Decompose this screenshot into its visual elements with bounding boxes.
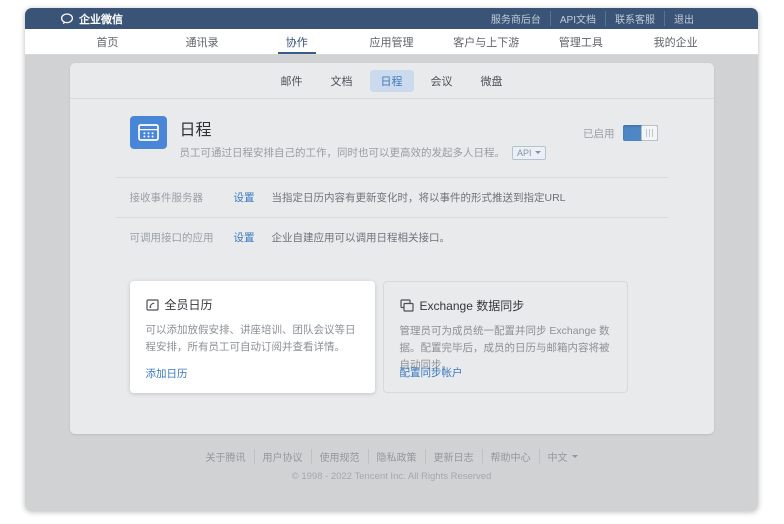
chevron-down-icon xyxy=(572,455,578,458)
setting-row-event-server: 接收事件服务器 设置 当指定日历内容有更新变化时，将以事件的形式推送到指定URL xyxy=(70,178,714,216)
api-apps-settings-link[interactable]: 设置 xyxy=(234,230,255,245)
tab-meeting[interactable]: 会议 xyxy=(420,70,464,92)
nav-admin-tools[interactable]: 管理工具 xyxy=(534,29,629,54)
tab-drive[interactable]: 微盘 xyxy=(470,70,514,92)
card-title: Exchange 数据同步 xyxy=(420,297,525,314)
page-title: 日程 xyxy=(180,116,546,140)
footer-link-usage-policy[interactable]: 使用规范 xyxy=(311,449,368,464)
card-description: 可以添加放假安排、讲座培训、团队会议等日程安排，所有员工可自动订阅并查看详情。 xyxy=(146,322,359,356)
calendar-app-icon xyxy=(130,116,167,149)
app-subtitle-row: 员工可通过日程安排自己的工作，同时也可以更高效的发起多人日程。 API xyxy=(180,145,546,160)
footer-link-about[interactable]: 关于腾讯 xyxy=(198,449,254,464)
enable-status: 已启用 xyxy=(583,125,658,141)
api-badge-label: API xyxy=(517,148,532,158)
nav-contacts[interactable]: 通讯录 xyxy=(155,29,250,54)
desktop-background: 企业微信 服务商后台 API文档 联系客服 退出 首页 通讯录 协作 应用管理 … xyxy=(0,0,784,524)
nav-home[interactable]: 首页 xyxy=(60,29,155,54)
configure-sync-account-link[interactable]: 配置同步帐户 xyxy=(400,365,463,380)
setting-row-api-apps: 可调用接口的应用 设置 企业自建应用可以调用日程相关接口。 xyxy=(70,218,714,256)
app-header: 日程 员工可通过日程安排自己的工作，同时也可以更高效的发起多人日程。 API 已… xyxy=(70,99,714,160)
setting-label: 接收事件服务器 xyxy=(130,190,234,205)
app-meta: 日程 员工可通过日程安排自己的工作，同时也可以更高效的发起多人日程。 API xyxy=(180,116,546,160)
feature-tabs: 邮件 文档 日程 会议 微盘 xyxy=(70,63,714,99)
exchange-sync-card: Exchange 数据同步 管理员可为成员统一配置并同步 Exchange 数据… xyxy=(383,281,628,393)
tab-docs[interactable]: 文档 xyxy=(320,70,364,92)
footer-link-privacy[interactable]: 隐私政策 xyxy=(368,449,425,464)
nav-collaboration[interactable]: 协作 xyxy=(249,29,344,54)
topbar-link-provider-console[interactable]: 服务商后台 xyxy=(482,11,550,26)
copyright: © 1998 - 2022 Tencent Inc. All Rights Re… xyxy=(25,471,758,482)
footer-links: 关于腾讯 用户协议 使用规范 隐私政策 更新日志 帮助中心 中文 xyxy=(198,449,586,464)
brand-home-link[interactable]: 企业微信 xyxy=(60,11,123,27)
add-calendar-link[interactable]: 添加日历 xyxy=(146,366,188,381)
page-body: 邮件 文档 日程 会议 微盘 xyxy=(25,63,758,511)
all-staff-calendar-icon xyxy=(146,298,159,311)
feature-cards: 全员日历 可以添加放假安排、讲座培训、团队会议等日程安排，所有员工可自动订阅并查… xyxy=(70,256,714,393)
status-label: 已启用 xyxy=(583,126,615,141)
card-title-row: 全员日历 xyxy=(146,296,359,313)
nav-app-management[interactable]: 应用管理 xyxy=(344,29,439,54)
topbar-links: 服务商后台 API文档 联系客服 退出 xyxy=(482,11,703,26)
exchange-sync-icon xyxy=(400,299,414,312)
api-dropdown-button[interactable]: API xyxy=(512,146,546,160)
tab-mail[interactable]: 邮件 xyxy=(270,70,314,92)
topbar-link-contact-support[interactable]: 联系客服 xyxy=(605,11,664,26)
nav-my-company[interactable]: 我的企业 xyxy=(628,29,723,54)
chevron-down-icon xyxy=(535,151,541,154)
main-nav: 首页 通讯录 协作 应用管理 客户与上下游 管理工具 我的企业 xyxy=(25,29,758,55)
calendar-settings-panel: 邮件 文档 日程 会议 微盘 xyxy=(70,63,714,434)
wechat-work-logo-icon xyxy=(60,13,74,25)
footer: 关于腾讯 用户协议 使用规范 隐私政策 更新日志 帮助中心 中文 © 1998 … xyxy=(25,448,758,482)
app-description: 员工可通过日程安排自己的工作，同时也可以更高效的发起多人日程。 xyxy=(180,145,506,160)
event-server-settings-link[interactable]: 设置 xyxy=(234,190,255,205)
topbar: 企业微信 服务商后台 API文档 联系客服 退出 xyxy=(25,8,758,29)
admin-console-window: 企业微信 服务商后台 API文档 联系客服 退出 首页 通讯录 协作 应用管理 … xyxy=(25,8,758,511)
toggle-knob xyxy=(641,125,658,141)
language-label: 中文 xyxy=(548,449,568,464)
language-selector[interactable]: 中文 xyxy=(539,449,586,464)
footer-link-changelog[interactable]: 更新日志 xyxy=(425,449,482,464)
card-title-row: Exchange 数据同步 xyxy=(400,297,611,314)
enable-toggle[interactable] xyxy=(623,125,658,141)
tab-calendar[interactable]: 日程 xyxy=(370,70,414,92)
setting-description: 当指定日历内容有更新变化时，将以事件的形式推送到指定URL xyxy=(272,190,566,205)
nav-customers[interactable]: 客户与上下游 xyxy=(439,29,534,54)
brand-name: 企业微信 xyxy=(79,11,123,27)
all-staff-calendar-card: 全员日历 可以添加放假安排、讲座培训、团队会议等日程安排，所有员工可自动订阅并查… xyxy=(130,281,375,393)
topbar-link-api-docs[interactable]: API文档 xyxy=(550,11,605,26)
card-title: 全员日历 xyxy=(165,296,213,313)
footer-link-user-agreement[interactable]: 用户协议 xyxy=(254,449,311,464)
setting-description: 企业自建应用可以调用日程相关接口。 xyxy=(272,230,451,245)
footer-link-help-center[interactable]: 帮助中心 xyxy=(482,449,539,464)
topbar-link-logout[interactable]: 退出 xyxy=(664,11,703,26)
setting-label: 可调用接口的应用 xyxy=(130,230,234,245)
